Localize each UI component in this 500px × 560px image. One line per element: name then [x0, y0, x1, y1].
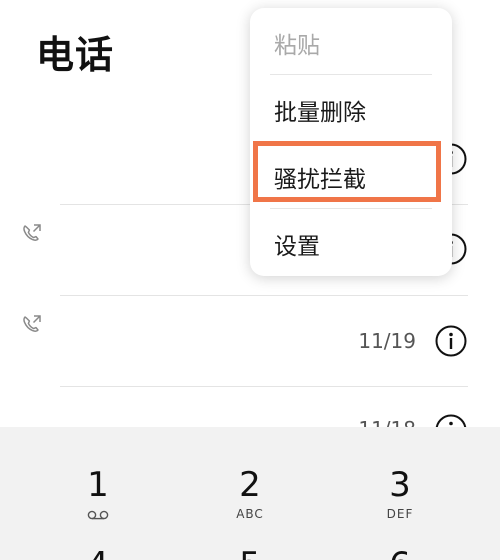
dial-key-6[interactable]: 6	[340, 545, 460, 560]
key-digit: 3	[389, 465, 411, 505]
key-digit: 1	[87, 465, 109, 505]
dial-key-4[interactable]: 4	[38, 545, 158, 560]
dial-key-3[interactable]: 3 DEF	[340, 465, 460, 521]
info-icon[interactable]	[434, 324, 468, 358]
dial-pad: 1 2 ABC 3 DEF 4 5 6	[0, 427, 500, 560]
call-date: 11/19	[358, 329, 416, 353]
dial-key-2[interactable]: 2 ABC	[190, 465, 310, 521]
outgoing-call-icon	[23, 315, 41, 332]
row-divider	[60, 295, 468, 296]
page-title: 电话	[36, 33, 115, 77]
menu-divider	[270, 208, 432, 209]
key-letters: ABC	[236, 507, 264, 521]
key-letters: DEF	[386, 507, 414, 521]
highlight-box	[253, 141, 441, 202]
dial-key-5[interactable]: 5	[190, 545, 310, 560]
menu-item-paste[interactable]: 粘贴	[250, 10, 452, 76]
voicemail-icon	[87, 510, 109, 520]
menu-divider	[270, 74, 432, 75]
menu-item-batch-delete[interactable]: 批量删除	[250, 77, 452, 143]
outgoing-call-icon	[23, 224, 41, 241]
menu-item-settings[interactable]: 设置	[250, 211, 452, 277]
key-digit: 2	[239, 465, 261, 505]
dial-key-1[interactable]: 1	[38, 465, 158, 524]
row-divider	[60, 386, 468, 387]
